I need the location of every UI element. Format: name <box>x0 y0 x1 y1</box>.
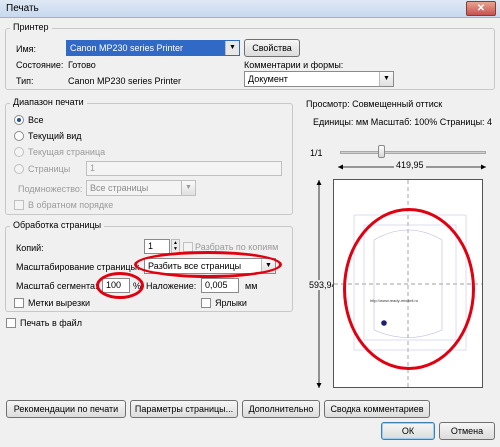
type-value: Canon MP230 series Printer <box>68 76 182 86</box>
arrow-right-icon <box>481 164 486 170</box>
preview-units: Единицы: мм Масштаб: 100% Страницы: 4 <box>313 117 493 127</box>
print-range-title: Диапазон печати <box>10 97 87 107</box>
status-label: Состояние: <box>16 60 64 70</box>
print-advice-button[interactable]: Рекомендации по печати <box>6 400 126 418</box>
preview-dot <box>381 320 387 326</box>
range-current-page-label: Текущая страница <box>28 147 106 157</box>
comments-forms-value: Документ <box>248 74 288 84</box>
print-to-file-checkbox[interactable] <box>6 318 16 328</box>
arrow-left-icon <box>338 164 343 170</box>
labels-checkbox[interactable] <box>201 298 211 308</box>
preview-title: Просмотр: Совмещенный оттиск <box>306 99 443 109</box>
tile-scale-percent: % <box>133 281 142 291</box>
printer-group-title: Принтер <box>10 22 52 32</box>
chevron-down-icon[interactable]: ▼ <box>261 259 275 273</box>
summarize-comments-button[interactable]: Сводка комментариев <box>324 400 430 418</box>
properties-button[interactable]: Свойства <box>244 39 300 57</box>
tile-scale-input[interactable]: 100 <box>102 278 130 293</box>
preview-url-text: http://www.ready-mixdeli.ru <box>370 298 419 303</box>
subset-label: Подмножество: <box>18 184 83 194</box>
advanced-button[interactable]: Дополнительно <box>242 400 320 418</box>
collate-checkbox[interactable] <box>183 242 193 252</box>
printer-name-label: Имя: <box>16 44 37 54</box>
chevron-down-icon[interactable]: ▼ <box>181 181 195 195</box>
close-button[interactable]: ✕ <box>466 1 496 16</box>
copies-label: Копий: <box>16 243 44 253</box>
scaling-select[interactable]: Разбить все страницы ▼ <box>144 258 276 274</box>
copies-input[interactable]: 1 <box>144 239 170 254</box>
cut-marks-checkbox[interactable] <box>14 298 24 308</box>
subset-value: Все страницы <box>90 183 149 193</box>
page-setup-button[interactable]: Параметры страницы... <box>130 400 238 418</box>
page-counter: 1/1 <box>310 148 323 158</box>
title-bar: Печать ✕ <box>0 0 500 18</box>
range-current-page-radio[interactable] <box>14 147 24 157</box>
range-all-radio[interactable] <box>14 115 24 125</box>
preview-width-value: 419,95 <box>394 160 426 170</box>
labels-label: Ярлыки <box>215 298 247 308</box>
printer-name-value: Canon MP230 series Printer <box>70 43 184 53</box>
type-label: Тип: <box>16 76 34 86</box>
preview-page: http://www.ready-mixdeli.ru <box>333 179 483 388</box>
cancel-button[interactable]: Отмена <box>439 422 495 440</box>
arrow-up-icon <box>316 180 322 185</box>
scaling-value: Разбить все страницы <box>148 261 242 271</box>
print-to-file-label: Печать в файл <box>20 318 82 328</box>
comments-forms-select[interactable]: Документ ▼ <box>244 71 394 87</box>
range-pages-input[interactable]: 1 <box>86 161 282 176</box>
page-handling-title: Обработка страницы <box>10 220 105 230</box>
status-value: Готово <box>68 60 96 70</box>
range-all-label: Все <box>28 115 44 125</box>
range-pages-radio[interactable] <box>14 164 24 174</box>
page-slider-thumb[interactable] <box>378 145 385 158</box>
arrow-down-icon <box>316 383 322 388</box>
copies-stepper[interactable]: ▲ ▼ <box>171 239 180 254</box>
range-pages-label: Страницы <box>28 164 71 174</box>
overlap-unit: мм <box>245 281 258 291</box>
chevron-down-icon[interactable]: ▼ <box>379 72 393 86</box>
printer-name-select[interactable]: Canon MP230 series Printer ▼ <box>66 40 240 56</box>
chevron-down-icon[interactable]: ▼ <box>225 41 239 55</box>
overlap-input[interactable]: 0,005 <box>201 278 239 293</box>
window-title: Печать <box>6 3 39 14</box>
cut-marks-label: Метки вырезки <box>28 298 91 308</box>
reverse-order-label: В обратном порядке <box>28 200 114 210</box>
reverse-order-checkbox[interactable] <box>14 200 24 210</box>
scaling-label: Масштабирование страницы: <box>16 262 140 272</box>
comments-forms-label: Комментарии и формы: <box>244 60 344 70</box>
overlap-label: Наложение: <box>146 281 197 291</box>
preview-content <box>334 180 482 387</box>
collate-label: Разбрать по копиям <box>195 242 279 252</box>
range-current-view-radio[interactable] <box>14 131 24 141</box>
range-current-view-label: Текущий вид <box>28 131 82 141</box>
subset-select[interactable]: Все страницы ▼ <box>86 180 196 196</box>
print-range-group <box>5 103 293 215</box>
tile-scale-label: Масштаб сегмента: <box>16 281 98 291</box>
ok-button[interactable]: ОК <box>381 422 435 440</box>
page-slider-track[interactable] <box>340 151 486 154</box>
